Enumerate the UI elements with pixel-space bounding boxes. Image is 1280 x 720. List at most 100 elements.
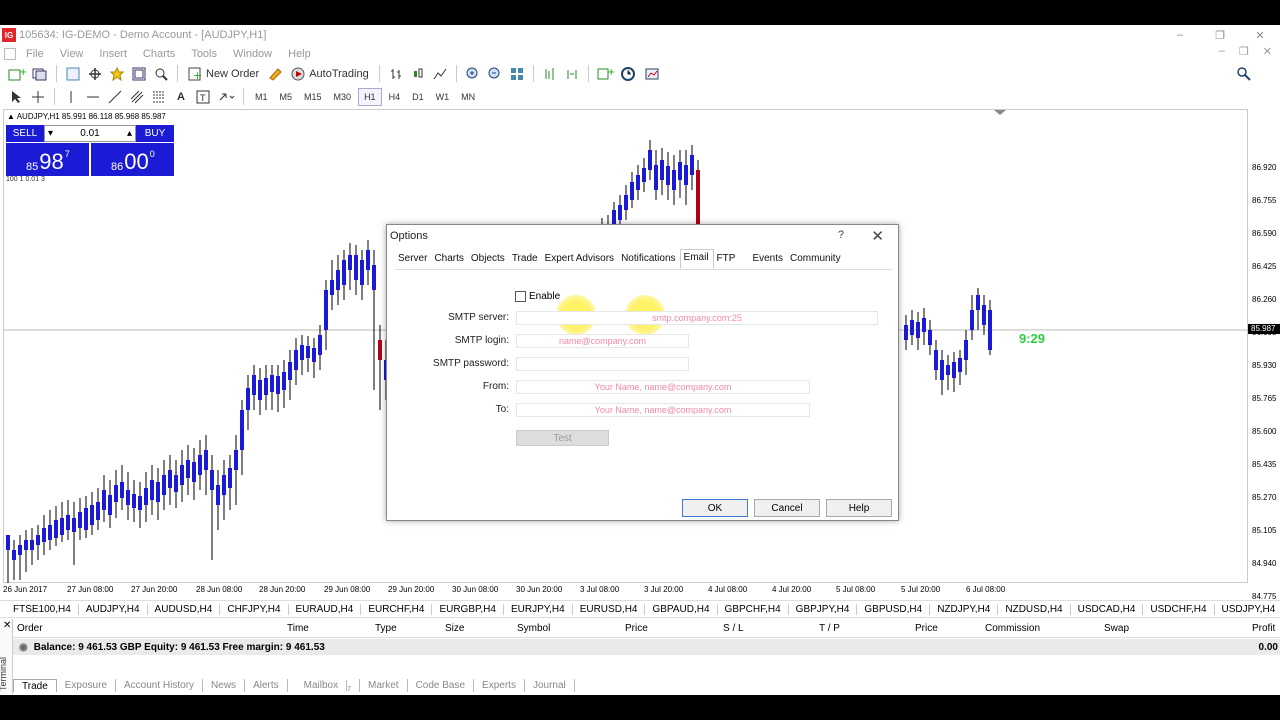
- navigator-icon[interactable]: [107, 64, 127, 84]
- minimize-icon[interactable]: –: [1160, 25, 1200, 45]
- mdi-minimize-icon[interactable]: –: [1219, 45, 1225, 58]
- tab-journal[interactable]: Journal: [525, 679, 575, 692]
- menu-view[interactable]: View: [52, 48, 92, 60]
- from-input[interactable]: [516, 380, 810, 394]
- horizontal-line-icon[interactable]: [83, 87, 103, 107]
- chart-shift-icon[interactable]: [540, 64, 560, 84]
- text-icon[interactable]: A: [171, 87, 191, 107]
- timeframe-w1[interactable]: W1: [431, 88, 455, 106]
- symbol-tab[interactable]: EURCHF,H4: [361, 603, 433, 615]
- arrows-icon[interactable]: [215, 87, 237, 107]
- timeframe-m5[interactable]: M5: [275, 88, 298, 106]
- col-size[interactable]: Size: [445, 623, 464, 634]
- tile-windows-icon[interactable]: [507, 64, 527, 84]
- timeframe-m1[interactable]: M1: [250, 88, 273, 106]
- symbol-tab[interactable]: FTSE100,H4: [0, 603, 79, 615]
- lot-down-icon[interactable]: ▾: [48, 128, 53, 139]
- terminal-close-icon[interactable]: ✕: [3, 620, 11, 631]
- line-chart-icon[interactable]: [430, 64, 450, 84]
- crosshair-icon[interactable]: [28, 87, 48, 107]
- tab-events[interactable]: Events: [749, 251, 787, 269]
- timeframe-mn[interactable]: MN: [456, 88, 480, 106]
- profiles-icon[interactable]: [30, 64, 50, 84]
- col-price[interactable]: Price: [625, 623, 648, 634]
- bar-chart-icon[interactable]: [386, 64, 406, 84]
- menu-help[interactable]: Help: [280, 48, 319, 60]
- symbol-tab[interactable]: EURUSD,H4: [573, 603, 646, 615]
- col-commission[interactable]: Commission: [985, 623, 1040, 634]
- buy-price[interactable]: 86 00 0: [91, 143, 174, 176]
- sell-price[interactable]: 85 98 7: [6, 143, 89, 176]
- terminal-icon[interactable]: [129, 64, 149, 84]
- symbol-tab[interactable]: GBPJPY,H4: [789, 603, 858, 615]
- dialog-help-icon[interactable]: ?: [838, 229, 844, 241]
- autoscroll-icon[interactable]: [562, 64, 582, 84]
- balance-row[interactable]: ◉ Balance: 9 461.53 GBP Equity: 9 461.53…: [13, 639, 1280, 655]
- tab-trade-options[interactable]: Trade: [509, 251, 542, 269]
- tab-email[interactable]: Email: [679, 249, 714, 269]
- fibonacci-icon[interactable]: [149, 87, 169, 107]
- symbol-tab[interactable]: USDCAD,H4: [1071, 603, 1144, 615]
- search-icon[interactable]: [1234, 64, 1254, 84]
- col-order[interactable]: Order: [17, 623, 43, 634]
- timeframe-m15[interactable]: M15: [299, 88, 327, 106]
- tab-trade[interactable]: Trade: [13, 679, 57, 692]
- periods-icon[interactable]: [619, 64, 641, 84]
- restore-icon[interactable]: ❐: [1200, 25, 1240, 45]
- col-sl[interactable]: S / L: [723, 623, 744, 634]
- chart-window-icon[interactable]: [4, 47, 16, 60]
- smtp-login-input[interactable]: [516, 334, 689, 348]
- col-profit[interactable]: Profit: [1252, 623, 1275, 634]
- timeframe-h1[interactable]: H1: [358, 87, 382, 106]
- new-order-button[interactable]: + New Order: [184, 64, 263, 84]
- symbol-tab[interactable]: AUDUSD,H4: [148, 603, 221, 615]
- to-input[interactable]: [516, 403, 810, 417]
- tab-objects[interactable]: Objects: [468, 251, 509, 269]
- new-chart-icon[interactable]: +: [6, 64, 28, 84]
- lot-up-icon[interactable]: ▴: [127, 128, 132, 139]
- vertical-line-icon[interactable]: [61, 87, 81, 107]
- tab-news[interactable]: News: [203, 679, 246, 692]
- close-icon[interactable]: ✕: [1240, 25, 1280, 45]
- symbol-tab[interactable]: NZDJPY,H4: [930, 603, 999, 615]
- tab-expert-advisors[interactable]: Expert Advisors: [542, 251, 618, 269]
- buy-button[interactable]: BUY: [136, 125, 174, 142]
- symbol-tab[interactable]: USDCHF,H4: [1143, 603, 1215, 615]
- tab-exposure[interactable]: Exposure: [57, 679, 117, 692]
- tab-server[interactable]: Server: [395, 251, 431, 269]
- col-time[interactable]: Time: [287, 623, 309, 634]
- menu-insert[interactable]: Insert: [91, 48, 135, 60]
- candlesticks-icon[interactable]: [408, 64, 428, 84]
- col-swap[interactable]: Swap: [1104, 623, 1129, 634]
- enable-checkbox-box[interactable]: [515, 291, 526, 302]
- tab-mailbox[interactable]: Mailbox 7: [288, 679, 360, 693]
- symbol-tab[interactable]: USDJPY,H4: [1215, 604, 1280, 615]
- trendline-icon[interactable]: [105, 87, 125, 107]
- help-button[interactable]: Help: [826, 499, 892, 517]
- market-watch-icon[interactable]: [63, 64, 83, 84]
- symbol-tab[interactable]: GBPAUD,H4: [645, 603, 718, 615]
- timeframe-d1[interactable]: D1: [407, 88, 429, 106]
- enable-checkbox[interactable]: Enable: [515, 291, 560, 302]
- col-symbol[interactable]: Symbol: [517, 623, 550, 634]
- tab-charts[interactable]: Charts: [431, 251, 467, 269]
- mdi-close-icon[interactable]: ✕: [1263, 45, 1272, 58]
- tab-code-base[interactable]: Code Base: [408, 679, 475, 692]
- tab-notifications[interactable]: Notifications: [618, 251, 679, 269]
- symbol-tab[interactable]: EURAUD,H4: [289, 603, 362, 615]
- col-type[interactable]: Type: [375, 623, 397, 634]
- timeframe-m30[interactable]: M30: [329, 88, 357, 106]
- menu-charts[interactable]: Charts: [135, 48, 183, 60]
- data-window-icon[interactable]: [85, 64, 105, 84]
- tab-ftp[interactable]: FTP: [714, 251, 740, 269]
- templates-icon[interactable]: [643, 64, 665, 84]
- symbol-tab[interactable]: EURJPY,H4: [504, 603, 573, 615]
- cancel-button[interactable]: Cancel: [754, 499, 820, 517]
- tab-community[interactable]: Community: [787, 251, 845, 269]
- metaeditor-icon[interactable]: [265, 64, 285, 84]
- tab-account-history[interactable]: Account History: [116, 679, 204, 692]
- col-tp[interactable]: T / P: [819, 623, 840, 634]
- cursor-icon[interactable]: [6, 87, 26, 107]
- equidistant-channel-icon[interactable]: [127, 87, 147, 107]
- col-price-current[interactable]: Price: [915, 623, 938, 634]
